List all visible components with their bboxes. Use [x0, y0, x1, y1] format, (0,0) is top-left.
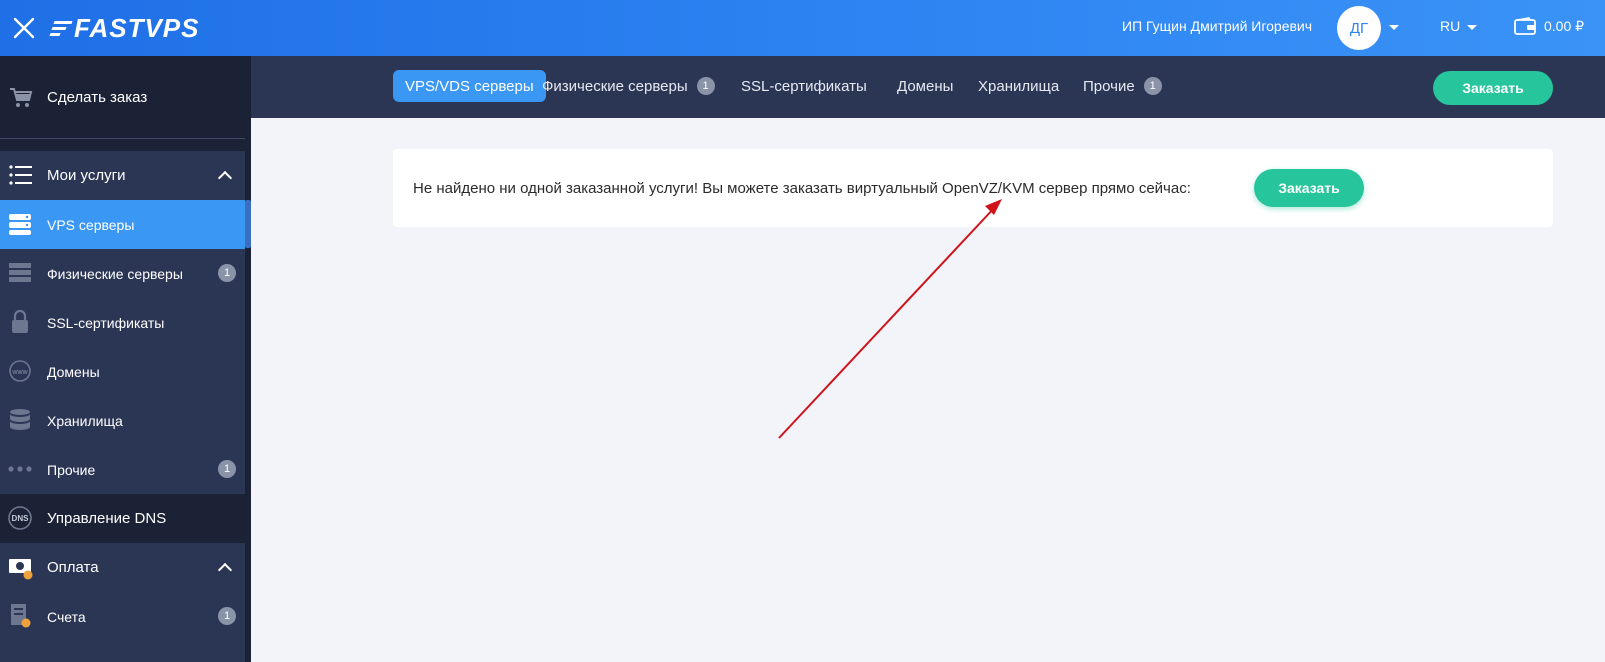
- count-badge: 1: [696, 77, 715, 95]
- count-badge: 1: [218, 607, 236, 625]
- tab-label: Прочие: [1083, 77, 1135, 95]
- tab-domains[interactable]: Домены: [897, 70, 953, 102]
- sidebar-item-storage[interactable]: Хранилища: [0, 396, 245, 445]
- money-icon: [9, 559, 33, 580]
- tab-label: Хранилища: [978, 77, 1060, 95]
- sidebar-item-invoices[interactable]: Счета 1: [0, 592, 245, 641]
- tab-storage[interactable]: Хранилища: [978, 70, 1059, 102]
- globe-www-icon: www: [9, 360, 31, 382]
- sidebar-item-label: Физические серверы: [47, 265, 183, 282]
- sidebar-make-order[interactable]: Сделать заказ: [0, 56, 245, 138]
- server-stack-icon: [9, 214, 31, 235]
- tab-label: VPS/VDS серверы: [405, 77, 534, 95]
- order-button[interactable]: Заказать: [1433, 71, 1553, 105]
- invoice-icon: [11, 604, 31, 628]
- cart-icon: [10, 88, 33, 107]
- logo-lines-icon: [49, 20, 73, 36]
- sidebar-item-vps[interactable]: VPS серверы: [0, 200, 245, 249]
- chevron-up-icon[interactable]: [217, 170, 233, 186]
- language-selector[interactable]: RU: [1440, 18, 1460, 34]
- wallet-icon[interactable]: [1514, 17, 1536, 35]
- user-menu-chevron-down-icon[interactable]: [1389, 25, 1399, 30]
- sidebar-make-order-label: Сделать заказ: [47, 88, 148, 106]
- notice-order-button[interactable]: Заказать: [1254, 169, 1364, 207]
- sidebar: Сделать заказ Мои услуги VPS серверы Физ…: [0, 56, 251, 662]
- list-icon: [9, 165, 32, 185]
- sidebar-payment[interactable]: Оплата: [0, 543, 245, 592]
- svg-text:DNS: DNS: [12, 514, 30, 523]
- sidebar-scrollbar-track[interactable]: [245, 56, 251, 662]
- sidebar-dns-label: Управление DNS: [47, 510, 167, 527]
- close-icon[interactable]: [8, 12, 40, 44]
- tab-label: Физические серверы: [542, 77, 688, 95]
- avatar[interactable]: ДГ: [1337, 6, 1381, 50]
- tab-other[interactable]: Прочие 1: [1083, 70, 1162, 102]
- count-badge: 1: [218, 460, 236, 478]
- sidebar-item-domains[interactable]: www Домены: [0, 347, 245, 396]
- tab-label: Домены: [897, 77, 954, 95]
- count-badge: 1: [218, 264, 236, 282]
- sidebar-item-ssl[interactable]: SSL-сертификаты: [0, 298, 245, 347]
- sidebar-item-label: Счета: [47, 608, 86, 625]
- sidebar-item-label: Домены: [47, 363, 100, 380]
- notice-text: Не найдено ни одной заказанной услуги! В…: [413, 180, 1191, 197]
- chevron-up-icon[interactable]: [217, 562, 233, 578]
- sidebar-item-label: Прочие: [47, 461, 96, 478]
- services-tabs-bar: VPS/VDS серверы Физические серверы 1 SSL…: [251, 56, 1605, 118]
- language-chevron-down-icon[interactable]: [1467, 25, 1477, 30]
- tab-vps-vds[interactable]: VPS/VDS серверы: [393, 70, 546, 102]
- count-badge: 1: [1143, 77, 1162, 95]
- sidebar-item-other[interactable]: Прочие 1: [0, 445, 245, 494]
- dns-icon: DNS: [8, 506, 32, 530]
- empty-services-notice: Не найдено ни одной заказанной услуги! В…: [393, 149, 1553, 227]
- sidebar-dns[interactable]: DNS Управление DNS: [0, 494, 245, 543]
- tab-physical-servers[interactable]: Физические серверы 1: [542, 70, 715, 102]
- tab-label: SSL-сертификаты: [741, 77, 867, 95]
- sidebar-payment-label: Оплата: [47, 559, 99, 576]
- rack-server-icon: [9, 263, 31, 282]
- sidebar-scrollbar-thumb[interactable]: [245, 200, 251, 248]
- sidebar-my-services[interactable]: Мои услуги: [0, 151, 245, 200]
- sidebar-spacer: [0, 139, 245, 151]
- sidebar-item-label: Хранилища: [47, 412, 123, 429]
- sidebar-my-services-label: Мои услуги: [47, 167, 126, 184]
- fastvps-logo[interactable]: FASTVPS: [49, 10, 200, 46]
- user-name[interactable]: ИП Гущин Дмитрий Игоревич: [1122, 18, 1312, 34]
- database-icon: [10, 409, 30, 430]
- sidebar-item-physical-servers[interactable]: Физические серверы 1: [0, 249, 245, 298]
- dots-icon: [8, 466, 32, 472]
- svg-text:www: www: [11, 369, 28, 376]
- sidebar-item-label: VPS серверы: [47, 216, 135, 233]
- lock-icon: [12, 309, 28, 333]
- top-bar: FASTVPS ИП Гущин Дмитрий Игоревич ДГ RU …: [0, 0, 1605, 56]
- balance[interactable]: 0.00 ₽: [1544, 18, 1584, 35]
- tab-ssl[interactable]: SSL-сертификаты: [741, 70, 867, 102]
- logo-text: FASTVPS: [74, 12, 200, 43]
- sidebar-item-label: SSL-сертификаты: [47, 314, 165, 331]
